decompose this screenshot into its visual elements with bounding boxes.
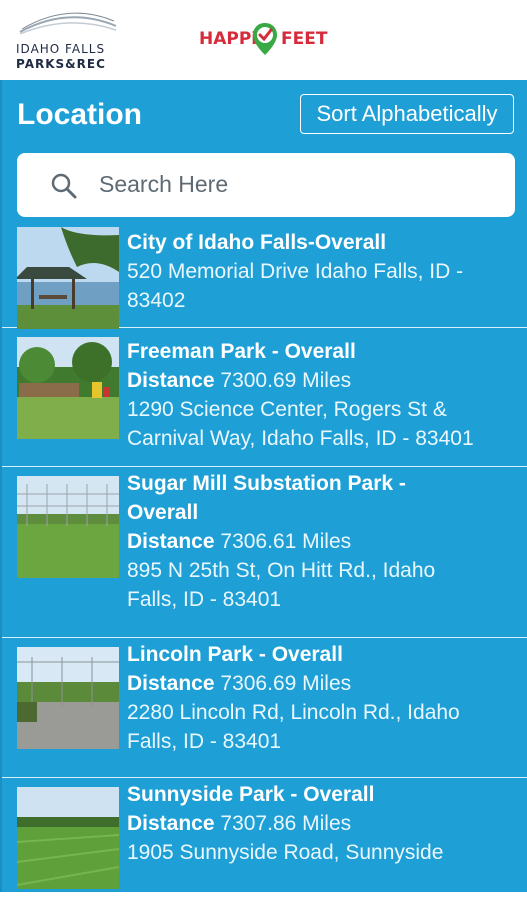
logo-text-line2: PARKS&REC: [16, 57, 106, 71]
location-name-cont: Overall: [127, 501, 199, 524]
location-name: Sunnyside Park - Overall: [127, 783, 375, 806]
page-title: Location: [17, 98, 142, 131]
location-name: City of Idaho Falls-Overall: [127, 231, 387, 254]
location-address-cont: Falls, ID - 83401: [127, 730, 282, 753]
list-item[interactable]: Sunnyside Park - Overall Distance 7307.8…: [2, 778, 527, 892]
location-list: City of Idaho Falls-Overall 520 Memorial…: [2, 227, 527, 892]
park-thumbnail: [17, 787, 119, 889]
location-address: 1905 Sunnyside Road, Sunnyside: [127, 841, 444, 864]
sort-alphabetically-button[interactable]: Sort Alphabetically: [300, 94, 514, 134]
distance-value: 7307.86 Miles: [220, 812, 352, 835]
park-thumbnail: [17, 476, 119, 578]
location-address: 520 Memorial Drive Idaho Falls, ID -: [127, 260, 464, 283]
list-item[interactable]: City of Idaho Falls-Overall 520 Memorial…: [2, 227, 527, 329]
logo-feet-text: FEET: [281, 29, 328, 49]
location-address-cont: 83402: [127, 289, 186, 312]
app-header: IDAHO FALLS PARKS&REC HAPPi FEET: [0, 0, 527, 80]
search-icon: [51, 173, 77, 199]
park-thumbnail: [17, 647, 119, 749]
location-address: 895 N 25th St, On Hitt Rd., Idaho: [127, 559, 436, 582]
location-panel: Location Sort Alphabetically Search Here: [0, 80, 527, 892]
park-thumbnail: [17, 337, 119, 439]
distance-label: Distance: [127, 672, 215, 695]
happi-feet-logo: HAPPi FEET: [199, 22, 339, 58]
list-item[interactable]: Freeman Park - Overall Distance 7300.69 …: [2, 328, 527, 467]
logo-text-line1: IDAHO FALLS: [16, 42, 106, 56]
list-item[interactable]: Lincoln Park - Overall Distance 7306.69 …: [2, 638, 527, 778]
distance-label: Distance: [127, 812, 215, 835]
list-item[interactable]: Sugar Mill Substation Park - Overall Dis…: [2, 467, 527, 638]
map-pin-check-icon: [253, 23, 277, 55]
location-name: Lincoln Park - Overall: [127, 643, 343, 666]
location-address-cont: Carnival Way, Idaho Falls, ID - 83401: [127, 427, 474, 450]
distance-value: 7306.61 Miles: [220, 530, 352, 553]
location-name: Sugar Mill Substation Park -: [127, 472, 406, 495]
park-thumbnail: [17, 227, 119, 329]
distance-value: 7306.69 Miles: [220, 672, 352, 695]
location-address-cont: Falls, ID - 83401: [127, 588, 282, 611]
logo-happi-text: HAPPi: [199, 29, 258, 49]
distance-value: 7300.69 Miles: [220, 369, 352, 392]
logo-arc-icon: [19, 12, 117, 34]
idaho-falls-parks-logo: IDAHO FALLS PARKS&REC: [14, 12, 124, 71]
distance-label: Distance: [127, 369, 215, 392]
location-name: Freeman Park - Overall: [127, 340, 356, 363]
distance-label: Distance: [127, 530, 215, 553]
location-address: 1290 Science Center, Rogers St &: [127, 398, 447, 421]
search-input[interactable]: Search Here: [17, 153, 515, 217]
location-address: 2280 Lincoln Rd, Lincoln Rd., Idaho: [127, 701, 460, 724]
search-placeholder: Search Here: [99, 171, 229, 197]
